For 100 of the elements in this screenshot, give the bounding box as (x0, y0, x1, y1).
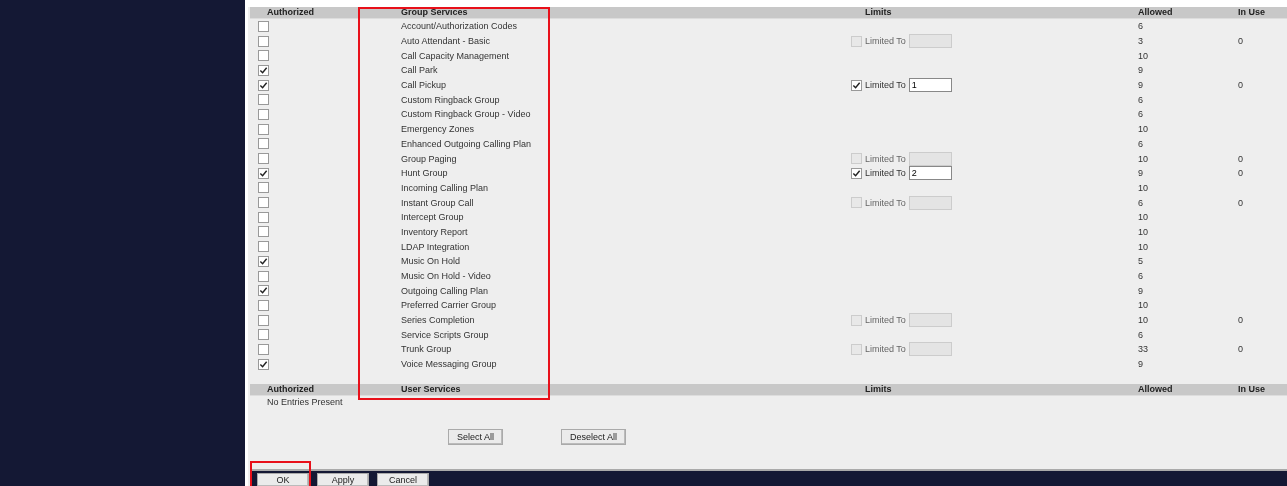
selection-button[interactable]: Deselect All (561, 428, 627, 445)
limit-label: Limited To (865, 153, 906, 164)
service-name: Music On Hold - Video (401, 271, 492, 282)
column-header: Authorized (266, 383, 315, 395)
checkbox[interactable] (258, 79, 269, 91)
service-name: Auto Attendant - Basic (401, 36, 492, 47)
service-name: Incoming Calling Plan (401, 182, 490, 193)
service-name: Trunk Group (401, 344, 453, 355)
allowed-count: 6 (1138, 329, 1144, 340)
allowed-count: 6 (1138, 197, 1144, 208)
checkbox[interactable] (258, 94, 269, 106)
checkbox[interactable] (258, 241, 269, 253)
checkbox[interactable] (851, 35, 862, 47)
in-use-count: 0 (1238, 315, 1244, 326)
allowed-count: 10 (1138, 50, 1149, 61)
column-header: Allowed (1138, 383, 1174, 395)
limit-label: Limited To (865, 168, 906, 179)
allowed-count: 6 (1138, 271, 1144, 282)
in-use-count: 0 (1238, 80, 1244, 91)
in-use-count: 0 (1238, 153, 1244, 164)
allowed-count: 33 (1138, 344, 1149, 355)
checkbox[interactable] (851, 314, 862, 326)
allowed-count: 6 (1138, 109, 1144, 120)
checkbox[interactable] (258, 299, 269, 311)
checkbox[interactable] (258, 50, 269, 62)
limit-field[interactable]: 2 (908, 166, 952, 181)
service-name: LDAP Integration (401, 241, 471, 252)
allowed-count: 10 (1138, 124, 1149, 135)
checkbox[interactable] (258, 255, 269, 267)
allowed-count: 10 (1138, 226, 1149, 237)
allowed-count: 10 (1138, 153, 1149, 164)
service-name: Call Pickup (401, 80, 448, 91)
checkbox[interactable] (258, 329, 269, 341)
service-name: Call Capacity Management (401, 50, 511, 61)
checkbox[interactable] (258, 138, 269, 150)
checkbox[interactable] (258, 108, 269, 120)
allowed-count: 3 (1138, 36, 1144, 47)
limit-label: Limited To (865, 315, 906, 326)
allowed-count: 9 (1138, 359, 1144, 370)
checkbox[interactable] (258, 343, 269, 355)
footer-button[interactable]: Apply (317, 473, 369, 486)
column-header: User Services (401, 383, 462, 395)
column-header: Allowed (1138, 7, 1174, 18)
allowed-count: 10 (1138, 241, 1149, 252)
checkbox[interactable] (258, 197, 269, 209)
checkbox[interactable] (258, 211, 269, 223)
service-name: Call Park (401, 65, 439, 76)
footer-button[interactable]: Cancel (377, 473, 429, 486)
service-name: Custom Ringback Group (401, 94, 501, 105)
column-header: In Use (1238, 7, 1266, 18)
service-name: Preferred Carrier Group (401, 300, 498, 311)
checkbox[interactable] (851, 343, 862, 355)
column-header: Group Services (401, 7, 469, 18)
limit-label: Limited To (865, 197, 906, 208)
checkbox[interactable] (258, 358, 269, 370)
service-name: Enhanced Outgoing Calling Plan (401, 138, 533, 149)
service-name: Voice Messaging Group (401, 359, 498, 370)
checkbox[interactable] (851, 79, 862, 91)
service-name: Music On Hold (401, 256, 462, 267)
limit-label: Limited To (865, 80, 906, 91)
selection-button[interactable]: Select All (448, 428, 504, 445)
allowed-count: 10 (1138, 182, 1149, 193)
service-name: Outgoing Calling Plan (401, 285, 490, 296)
column-header: Limits (864, 383, 893, 395)
allowed-count: 10 (1138, 212, 1149, 223)
checkbox[interactable] (258, 123, 269, 135)
checkbox[interactable] (258, 182, 269, 194)
checkbox[interactable] (851, 167, 862, 179)
checkbox[interactable] (258, 285, 269, 297)
in-use-count: 0 (1238, 168, 1244, 179)
in-use-count: 0 (1238, 344, 1244, 355)
allowed-count: 6 (1138, 21, 1144, 32)
column-header: Authorized (266, 7, 315, 18)
limit-field[interactable]: 1 (908, 78, 952, 93)
checkbox[interactable] (258, 226, 269, 238)
service-name: Intercept Group (401, 212, 465, 223)
allowed-count: 9 (1138, 285, 1144, 296)
checkbox[interactable] (851, 153, 862, 165)
allowed-count: 6 (1138, 94, 1144, 105)
column-header: Limits (864, 7, 893, 18)
service-name: Inventory Report (401, 226, 469, 237)
checkbox[interactable] (258, 167, 269, 179)
allowed-count: 6 (1138, 138, 1144, 149)
allowed-count: 9 (1138, 168, 1144, 179)
checkbox[interactable] (258, 314, 269, 326)
checkbox[interactable] (258, 35, 269, 47)
checkbox[interactable] (851, 197, 862, 209)
checkbox[interactable] (258, 20, 269, 32)
footer-button[interactable]: OK (257, 473, 309, 486)
allowed-count: 10 (1138, 300, 1149, 311)
service-name: Service Scripts Group (401, 329, 490, 340)
service-name: Hunt Group (401, 168, 449, 179)
allowed-count: 10 (1138, 315, 1149, 326)
service-name: Series Completion (401, 315, 476, 326)
checkbox[interactable] (258, 270, 269, 282)
service-name: Emergency Zones (401, 124, 476, 135)
in-use-count: 0 (1238, 197, 1244, 208)
checkbox[interactable] (258, 64, 269, 76)
checkbox[interactable] (258, 153, 269, 165)
allowed-count: 9 (1138, 65, 1144, 76)
